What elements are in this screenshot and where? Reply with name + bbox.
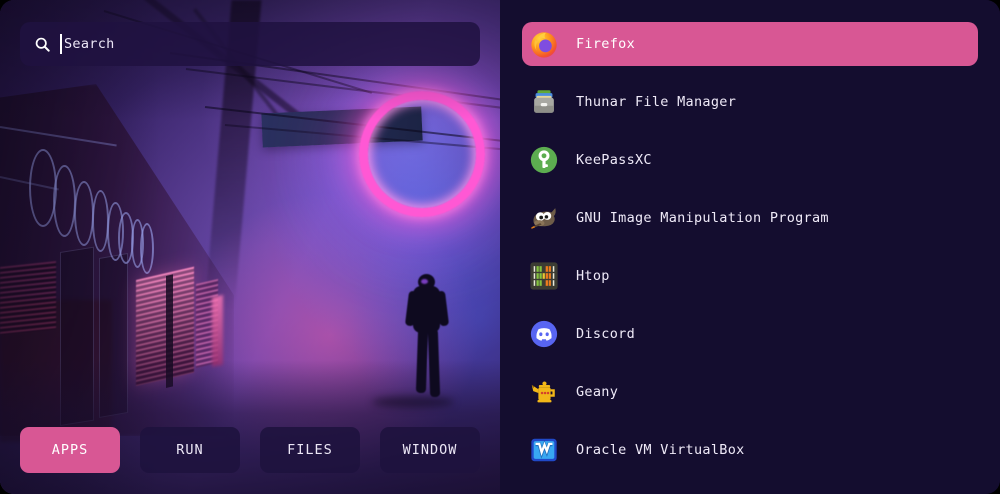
search-bar[interactable]: Search (20, 22, 480, 66)
astronaut-silhouette (404, 274, 450, 404)
discord-icon (529, 319, 559, 349)
app-label: Htop (576, 268, 610, 284)
text-caret (60, 34, 62, 54)
app-label: Firefox (576, 36, 635, 52)
background-scene (0, 0, 500, 494)
launcher-window: Search APPS RUN FILES WINDOW Firefox Thunar… (0, 0, 1000, 494)
thunar-icon (529, 87, 559, 117)
app-list: Firefox Thunar File Manager KeePassXC GN… (500, 0, 1000, 494)
app-row-virtualbox[interactable]: Oracle VM VirtualBox (522, 428, 978, 472)
search-placeholder: Search (64, 36, 115, 52)
app-label: Discord (576, 326, 635, 342)
app-row-keepassxc[interactable]: KeePassXC (522, 138, 978, 182)
tab-run[interactable]: RUN (140, 427, 240, 473)
mode-tabs: APPS RUN FILES WINDOW (20, 427, 480, 473)
app-row-htop[interactable]: Htop (522, 254, 978, 298)
app-label: Thunar File Manager (576, 94, 736, 110)
app-label: Oracle VM VirtualBox (576, 442, 745, 458)
app-row-geany[interactable]: Geany (522, 370, 978, 414)
tab-files[interactable]: FILES (260, 427, 360, 473)
htop-icon (529, 261, 559, 291)
gimp-icon (529, 203, 559, 233)
app-label: Geany (576, 384, 618, 400)
app-label: KeePassXC (576, 152, 652, 168)
neon-sign-strip (212, 295, 223, 367)
tab-window[interactable]: WINDOW (380, 427, 480, 473)
app-label: GNU Image Manipulation Program (576, 210, 829, 226)
left-pane: Search APPS RUN FILES WINDOW (0, 0, 500, 494)
app-row-thunar[interactable]: Thunar File Manager (522, 80, 978, 124)
tab-apps[interactable]: APPS (20, 427, 120, 473)
search-icon (34, 36, 51, 53)
app-row-firefox[interactable]: Firefox (522, 22, 978, 66)
keepassxc-icon (529, 145, 559, 175)
firefox-icon (529, 29, 559, 59)
geany-icon (529, 377, 559, 407)
app-row-discord[interactable]: Discord (522, 312, 978, 356)
app-row-gimp[interactable]: GNU Image Manipulation Program (522, 196, 978, 240)
vignette (0, 0, 160, 494)
virtualbox-icon (529, 435, 559, 465)
